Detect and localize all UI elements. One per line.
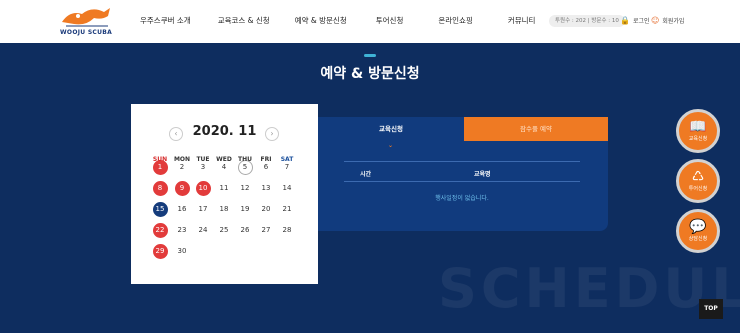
- tab-education[interactable]: 교육신청 ⌄: [318, 117, 464, 149]
- calendar: ‹ 2020. 11 › 1 2 3 4 5 6 7 8 9 10 11 12 13 14 15 16 17 18…: [131, 104, 318, 284]
- calendar-day[interactable]: 14: [280, 181, 295, 196]
- weekday-header: WED: [216, 156, 232, 163]
- weekday-header: SAT: [280, 156, 294, 163]
- column-header-time: 시간: [360, 171, 372, 178]
- calendar-day[interactable]: 29: [152, 243, 168, 259]
- side-button-label: 투어신청: [688, 186, 708, 192]
- weekday-header: THU: [238, 156, 252, 163]
- calendar-day[interactable]: 19: [238, 202, 253, 217]
- weekday-header: MON: [173, 156, 191, 163]
- calendar-day[interactable]: 12: [238, 181, 253, 196]
- nav-item-tour[interactable]: 투어신청: [376, 15, 404, 26]
- login-link[interactable]: 🔒 로그인: [620, 16, 650, 25]
- side-button-label: 교육신청: [688, 136, 708, 142]
- calendar-day[interactable]: 25: [217, 223, 232, 238]
- calendar-day[interactable]: 9: [174, 180, 190, 196]
- column-header-name: 교육명: [474, 171, 491, 178]
- calendar-day[interactable]: 16: [175, 202, 190, 217]
- calendar-day[interactable]: 11: [217, 181, 232, 196]
- side-button-education[interactable]: 📖 교육신청: [676, 109, 720, 153]
- logo-text: WOOJU SCUBA: [60, 29, 113, 36]
- next-month-button[interactable]: ›: [265, 127, 279, 141]
- empty-message: 행사일정이 없습니다.: [435, 195, 489, 202]
- main-nav: 우주스쿠버 소개 교육코스 & 신청 예약 & 방문신청 투어신청 온라인쇼핑 …: [140, 15, 535, 26]
- nav-item-shop[interactable]: 온라인쇼핑: [438, 15, 473, 26]
- weekday-header: SUN: [152, 156, 168, 163]
- nav-item-booking[interactable]: 예약 & 방문신청: [295, 15, 347, 26]
- calendar-day[interactable]: 21: [280, 202, 295, 217]
- calendar-month: 2020. 11: [192, 124, 257, 139]
- background-word: SCHEDULE: [438, 257, 740, 320]
- diver-logo-icon: [62, 8, 110, 27]
- table-header-divider: [344, 181, 580, 182]
- page-title: 예약 & 방문신청: [320, 66, 420, 82]
- nav-item-courses[interactable]: 교육코스 & 신청: [218, 15, 270, 26]
- calendar-day[interactable]: 10: [195, 180, 211, 196]
- calendar-day[interactable]: 27: [259, 223, 274, 238]
- side-button-consult[interactable]: 💬 상담신청: [676, 209, 720, 253]
- calendar-day[interactable]: 30: [175, 244, 190, 259]
- calendar-day[interactable]: 24: [196, 223, 211, 238]
- weekday-header: TUE: [196, 156, 210, 163]
- login-label: 로그인: [632, 18, 650, 25]
- caret-down-icon: ⌄: [388, 142, 394, 149]
- calendar-day[interactable]: 22: [152, 222, 168, 238]
- chat-icon: 💬: [689, 219, 707, 235]
- main-section: 예약 & 방문신청 SCHEDULE ‹ 2020. 11 › 12345678…: [0, 43, 740, 333]
- tab-pool-booking[interactable]: 잠수풀 예약: [464, 117, 608, 141]
- calendar-day[interactable]: 26: [238, 223, 253, 238]
- nav-item-about[interactable]: 우주스쿠버 소개: [140, 15, 191, 26]
- weekday-header: FRI: [260, 156, 272, 163]
- logo[interactable]: WOOJU SCUBA: [58, 4, 116, 38]
- book-icon: 📖: [689, 119, 707, 135]
- nav-item-community[interactable]: 커뮤니티: [508, 15, 536, 26]
- calendar-day[interactable]: 15: [152, 201, 168, 217]
- schedule-panel: 교육신청 ⌄ 잠수풀 예약 시간 교육명 행사일정이 없습니다.: [318, 117, 608, 231]
- scroll-top-button[interactable]: TOP: [699, 299, 723, 319]
- visitor-counter: 투원수 : 202 | 방문수 : 10: [549, 15, 625, 27]
- calendar-day[interactable]: 20: [259, 202, 274, 217]
- diver-icon: ♺: [691, 169, 705, 185]
- calendar-day[interactable]: 18: [217, 202, 232, 217]
- calendar-day[interactable]: 23: [175, 223, 190, 238]
- calendar-day[interactable]: 8: [152, 180, 168, 196]
- calendar-day[interactable]: 13: [259, 181, 274, 196]
- tab-education-label: 교육신청: [379, 125, 403, 133]
- signup-link[interactable]: ☺ 회원가입: [651, 16, 684, 25]
- lock-icon: 🔒: [620, 16, 630, 25]
- table-top-divider: [344, 161, 580, 162]
- title-decoration: [364, 54, 376, 57]
- side-button-tour[interactable]: ♺ 투어신청: [676, 159, 720, 203]
- site-header: WOOJU SCUBA 우주스쿠버 소개 교육코스 & 신청 예약 & 방문신청…: [0, 0, 740, 43]
- side-button-label: 상담신청: [688, 236, 708, 242]
- calendar-day[interactable]: 28: [280, 223, 295, 238]
- signup-label: 회원가입: [662, 18, 685, 25]
- user-icon: ☺: [651, 16, 660, 25]
- calendar-day[interactable]: 17: [196, 202, 211, 217]
